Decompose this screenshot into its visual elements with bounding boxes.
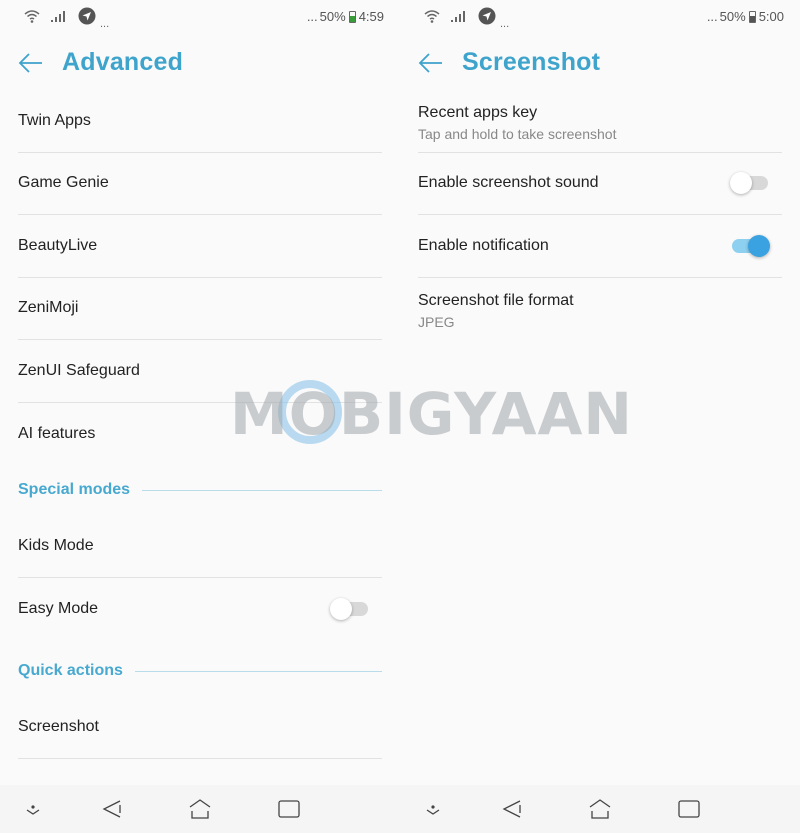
section-special-modes: Special modes <box>18 465 382 515</box>
setting-label: Screenshot file format <box>418 291 574 309</box>
setting-file-format[interactable]: Screenshot file format JPEG <box>418 278 782 341</box>
advanced-screen: ... ... 50% 4:59 Advanced Twin Apps Game… <box>0 0 400 833</box>
setting-label: Screenshot <box>18 717 99 735</box>
status-overflow: ... <box>500 18 510 30</box>
status-bar: ... ... 50% 4:59 <box>0 0 400 34</box>
home-icon[interactable] <box>187 797 213 821</box>
back-arrow-icon[interactable] <box>418 50 444 76</box>
back-arrow-icon[interactable] <box>18 50 44 76</box>
status-overflow: ... <box>100 18 110 30</box>
setting-game-genie[interactable]: Game Genie <box>18 153 382 215</box>
status-bar: ... ... 50% 5:00 <box>400 0 800 34</box>
navigation-icon <box>78 7 96 25</box>
hide-nav-icon[interactable] <box>420 797 446 821</box>
battery-percent: 50% <box>719 9 746 24</box>
signal-icon <box>451 11 465 22</box>
back-icon[interactable] <box>100 797 126 821</box>
setting-recent-apps-key[interactable]: Recent apps key Tap and hold to take scr… <box>418 90 782 153</box>
setting-beautylive[interactable]: BeautyLive <box>18 215 382 278</box>
notification-toggle[interactable] <box>730 234 770 257</box>
recents-icon[interactable] <box>276 797 302 821</box>
advanced-settings-list: Twin Apps Game Genie BeautyLive ZeniMoji… <box>18 90 382 759</box>
page-title: Screenshot <box>462 48 601 76</box>
setting-summary: Tap and hold to take screenshot <box>418 126 617 142</box>
setting-zenui-safeguard[interactable]: ZenUI Safeguard <box>18 340 382 403</box>
setting-label: ZenUI Safeguard <box>18 361 140 379</box>
section-title: Special modes <box>18 481 143 499</box>
status-more: ... <box>706 9 718 24</box>
wifi-icon <box>24 10 40 23</box>
setting-kids-mode[interactable]: Kids Mode <box>18 515 382 578</box>
back-icon[interactable] <box>500 797 526 821</box>
setting-ai-features[interactable]: AI features <box>18 403 382 466</box>
setting-label: Easy Mode <box>18 599 99 617</box>
wifi-icon <box>424 10 440 23</box>
setting-zenimoji[interactable]: ZeniMoji <box>18 278 382 340</box>
setting-label: Kids Mode <box>18 536 94 554</box>
navigation-bar <box>400 785 800 833</box>
status-more: ... <box>306 9 318 24</box>
setting-label: Recent apps key <box>418 104 538 121</box>
easy-mode-toggle[interactable] <box>330 597 370 620</box>
screenshot-screen: ... ... 50% 5:00 Screenshot Recent apps … <box>400 0 800 833</box>
battery-percent: 50% <box>319 9 346 24</box>
recents-icon[interactable] <box>676 797 702 821</box>
navigation-bar <box>0 785 400 833</box>
screenshot-settings-list: Recent apps key Tap and hold to take scr… <box>418 90 782 340</box>
setting-easy-mode[interactable]: Easy Mode <box>18 578 382 641</box>
screenshot-sound-toggle[interactable] <box>730 172 770 195</box>
section-quick-actions: Quick actions <box>18 646 382 696</box>
setting-label: AI features <box>18 424 96 442</box>
setting-screenshot[interactable]: Screenshot <box>18 696 382 759</box>
navigation-icon <box>478 7 496 25</box>
app-bar: Advanced <box>0 40 400 86</box>
setting-screenshot-sound[interactable]: Enable screenshot sound <box>418 153 782 215</box>
setting-enable-notification[interactable]: Enable notification <box>418 215 782 278</box>
hide-nav-icon[interactable] <box>20 797 46 821</box>
home-icon[interactable] <box>587 797 613 821</box>
setting-twin-apps[interactable]: Twin Apps <box>18 90 382 153</box>
setting-label: BeautyLive <box>18 236 98 254</box>
battery-icon <box>748 10 756 23</box>
setting-label: Game Genie <box>18 174 109 192</box>
clock: 4:59 <box>358 9 384 24</box>
setting-label: Enable screenshot sound <box>418 174 599 192</box>
app-bar: Screenshot <box>400 40 800 86</box>
setting-label: ZeniMoji <box>18 299 79 317</box>
clock: 5:00 <box>758 9 784 24</box>
setting-label: Twin Apps <box>18 111 91 129</box>
battery-charging-icon <box>348 10 356 23</box>
setting-label: Enable notification <box>418 236 549 254</box>
section-title: Quick actions <box>18 662 135 680</box>
signal-icon <box>51 11 65 22</box>
setting-summary: JPEG <box>418 313 455 330</box>
page-title: Advanced <box>62 48 184 76</box>
